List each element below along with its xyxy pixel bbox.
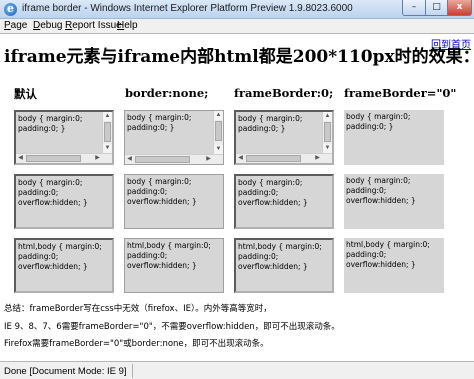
menu-page[interactable]: Page (4, 20, 27, 31)
iframe-text: html,body { margin:0; padding:0; overflo… (238, 242, 322, 271)
iframe-text: body { margin:0; padding:0; } (238, 114, 303, 133)
scroll-thumb[interactable] (215, 121, 222, 141)
iframe-frameborder-css-row3[interactable]: html,body { margin:0; padding:0; overflo… (234, 238, 334, 293)
horizontal-scrollbar[interactable]: ◀ ▶ (236, 153, 332, 163)
iframe-border-none-row3[interactable]: html,body { margin:0; padding:0; overflo… (124, 238, 224, 293)
horizontal-scrollbar[interactable]: ◀ ▶ (16, 153, 112, 163)
iframe-frameborder-css-row1[interactable]: body { margin:0; padding:0; } ▲ ▼ ◀ ▶ (234, 110, 334, 165)
scroll-left-arrow-icon[interactable]: ◀ (236, 154, 245, 163)
scroll-thumb[interactable] (246, 155, 301, 162)
iframe-text: body { margin:0; padding:0; } (18, 114, 83, 133)
window-title: iframe border - Windows Internet Explore… (22, 3, 353, 14)
menu-help[interactable]: Help (117, 20, 138, 31)
scroll-down-arrow-icon[interactable]: ▼ (323, 144, 332, 153)
iframe-frameborder-attr-row2[interactable]: body { margin:0; padding:0; overflow:hid… (344, 174, 444, 229)
iframe-frameborder-css-row2[interactable]: body { margin:0; padding:0; overflow:hid… (234, 174, 334, 229)
column-heading-default: 默认 (14, 87, 37, 101)
status-bar: Done [Document Mode: IE 9] (0, 361, 474, 379)
iframe-text: body { margin:0; padding:0; } (127, 113, 192, 132)
scroll-thumb[interactable] (26, 155, 81, 162)
summary-note: 总结：frameBorder写在css中无效（firefox、IE）。内外等高等… (4, 304, 272, 314)
iframe-default-row3[interactable]: html,body { margin:0; padding:0; overflo… (14, 238, 114, 293)
firefox-note: Firefox需要frameBorder="0"或border:none，即可不… (4, 339, 269, 349)
iframe-default-row1[interactable]: body { margin:0; padding:0; } ▲ ▼ ◀ ▶ (14, 110, 114, 165)
iframe-border-none-row2[interactable]: body { margin:0; padding:0; overflow:hid… (124, 174, 224, 229)
scroll-thumb[interactable] (324, 122, 331, 142)
status-divider (132, 364, 133, 378)
scroll-right-arrow-icon[interactable]: ▶ (93, 154, 102, 163)
close-button[interactable]: x (448, 0, 472, 16)
status-text: Done [Document Mode: IE 9] (4, 366, 127, 377)
scroll-left-arrow-icon[interactable]: ◀ (125, 155, 134, 164)
scroll-thumb[interactable] (135, 156, 190, 163)
page-heading: iframe元素与iframe内部html都是200*110px时的效果： (4, 47, 474, 67)
scroll-right-arrow-icon[interactable]: ▶ (313, 154, 322, 163)
page-content: 回到首页 iframe元素与iframe内部html都是200*110px时的效… (0, 34, 474, 361)
column-heading-frameborder-css: frameBorder:0; (234, 86, 334, 100)
iframe-text: body { margin:0; padding:0; } (346, 112, 411, 131)
iframe-text: body { margin:0; padding:0; overflow:hid… (238, 178, 308, 207)
menu-report-issue[interactable]: Report Issue (65, 20, 122, 31)
scroll-up-arrow-icon[interactable]: ▲ (103, 112, 112, 121)
window-title-bar[interactable]: e iframe border - Windows Internet Explo… (0, 0, 474, 19)
column-heading-border-none: border:none; (125, 86, 209, 100)
scroll-down-arrow-icon[interactable]: ▼ (103, 144, 112, 153)
iframe-border-none-row1[interactable]: body { margin:0; padding:0; } ▲ ▼ ◀ ▶ (124, 110, 224, 165)
menu-debug[interactable]: Debug (33, 20, 62, 31)
scroll-up-arrow-icon[interactable]: ▲ (214, 111, 223, 120)
minimize-button[interactable]: – (402, 0, 426, 16)
menu-bar: Page Debug Report Issue Help (0, 19, 474, 34)
iframe-frameborder-attr-row3[interactable]: html,body { margin:0; padding:0; overflo… (344, 238, 444, 293)
ie-note: IE 9、8、7、6需要frameBorder="0"，不需要overflow:… (4, 322, 340, 332)
scroll-right-arrow-icon[interactable]: ▶ (204, 155, 213, 164)
iframe-text: html,body { margin:0; padding:0; overflo… (18, 242, 102, 271)
maximize-button[interactable]: □ (426, 0, 448, 16)
scroll-up-arrow-icon[interactable]: ▲ (323, 112, 332, 121)
iframe-default-row2[interactable]: body { margin:0; padding:0; overflow:hid… (14, 174, 114, 229)
iframe-frameborder-attr-row1[interactable]: body { margin:0; padding:0; } (344, 110, 444, 165)
iframe-text: body { margin:0; padding:0; overflow:hid… (127, 177, 197, 206)
iframe-text: html,body { margin:0; padding:0; overflo… (127, 241, 211, 270)
scroll-left-arrow-icon[interactable]: ◀ (16, 154, 25, 163)
scroll-thumb[interactable] (104, 122, 111, 142)
internet-explorer-icon: e (4, 2, 17, 16)
iframe-text: body { margin:0; padding:0; overflow:hid… (346, 176, 416, 205)
column-heading-frameborder-attr: frameBorder="0" (344, 86, 457, 100)
scroll-down-arrow-icon[interactable]: ▼ (214, 145, 223, 154)
iframe-text: body { margin:0; padding:0; overflow:hid… (18, 178, 88, 207)
horizontal-scrollbar[interactable]: ◀ ▶ (125, 154, 223, 164)
iframe-text: html,body { margin:0; padding:0; overflo… (346, 240, 430, 269)
